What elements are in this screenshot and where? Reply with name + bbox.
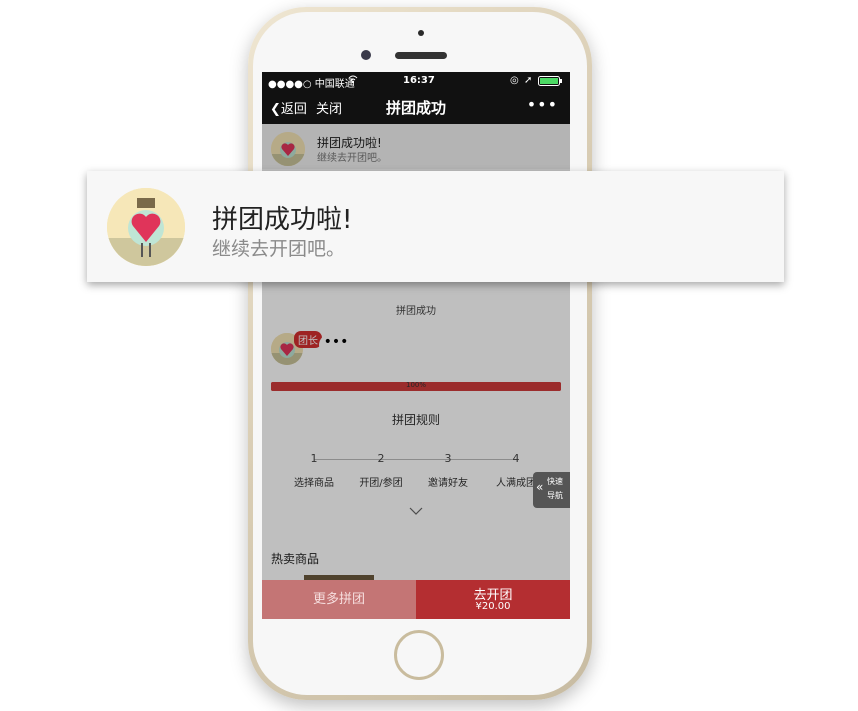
open-group-button[interactable]: 去开团 ¥20.00	[416, 580, 570, 619]
open-group-price: ¥20.00	[475, 601, 511, 612]
zoom-callout: 拼团成功啦! 继续去开团吧。	[87, 171, 784, 282]
earpiece-speaker	[395, 52, 447, 59]
avatar	[107, 188, 185, 266]
more-groups-button[interactable]: 更多拼团	[262, 580, 416, 619]
sensor-dot	[418, 30, 424, 36]
battery-icon	[538, 76, 564, 89]
wifi-icon	[348, 75, 358, 86]
phone-screen: ●●●●○ 中国联通 16:37 ◎ ➚ ❮返回 关闭 拼团成功 ••• 拼团成…	[262, 72, 570, 619]
quick-nav-label-1: 快速	[547, 477, 563, 486]
home-button[interactable]	[394, 630, 444, 680]
bottom-action-bar: 更多拼团 去开团 ¥20.00	[262, 580, 570, 619]
carrier-text: ●●●●○ 中国联通	[268, 79, 355, 90]
lock-rotation-icon: ◎	[510, 75, 519, 86]
more-menu-button[interactable]: •••	[527, 95, 558, 114]
location-icon: ➚	[524, 75, 533, 86]
status-bar: ●●●●○ 中国联通 16:37 ◎ ➚	[262, 72, 570, 90]
callout-title: 拼团成功啦!	[212, 205, 353, 235]
page-title: 拼团成功	[385, 99, 446, 117]
quick-nav-button[interactable]: « 快速 导航	[533, 472, 570, 508]
front-camera	[361, 50, 371, 60]
clock: 16:37	[403, 75, 435, 86]
double-chevron-left-icon: «	[536, 480, 544, 494]
quick-nav-label-2: 导航	[547, 491, 563, 500]
nav-bar: ❮返回 关闭 拼团成功 •••	[262, 90, 570, 124]
callout-subtitle: 继续去开团吧。	[212, 238, 346, 260]
